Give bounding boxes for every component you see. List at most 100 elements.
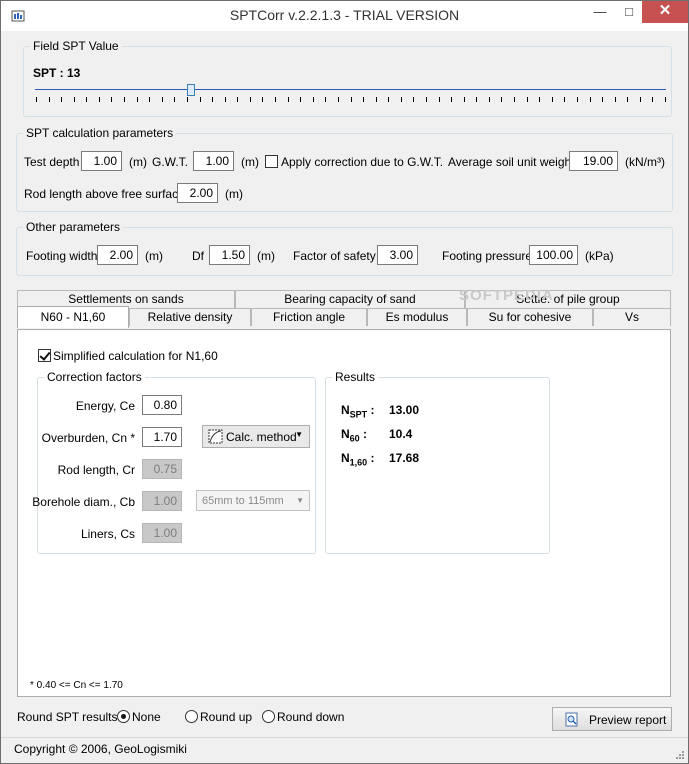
round-up-radio[interactable] xyxy=(185,710,198,723)
slider-tick xyxy=(237,97,239,102)
maximize-button[interactable]: □ xyxy=(615,1,643,23)
calc-method-label: Calc. method xyxy=(226,430,297,444)
borehole-select: 65mm to 115mm ▼ xyxy=(196,490,310,511)
slider-tick xyxy=(124,97,126,102)
slider-tick xyxy=(627,97,629,102)
slider-tick xyxy=(400,97,402,102)
spt-params-legend: SPT calculation parameters xyxy=(26,126,174,140)
fos-input[interactable]: 3.00 xyxy=(377,245,418,265)
footing-pressure-label: Footing pressure xyxy=(442,249,533,263)
slider-tick xyxy=(36,97,37,102)
calc-method-dropdown[interactable]: Calc. method ▼ xyxy=(202,425,310,448)
preview-report-label: Preview report xyxy=(589,713,667,727)
test-depth-input[interactable]: 1.00 xyxy=(81,151,122,171)
slider-tick xyxy=(514,97,516,102)
slider-tick xyxy=(564,97,566,102)
energy-input[interactable]: 0.80 xyxy=(142,395,182,415)
slider-tick xyxy=(363,97,365,102)
spt-value-label: SPT : 13 xyxy=(33,66,81,80)
tab-bearing-capacity-of-sand[interactable]: Bearing capacity of sand xyxy=(235,290,465,308)
slider-tick xyxy=(86,97,88,102)
fos-label: Factor of safety xyxy=(293,249,376,263)
rod-length-label: Rod length above free surface xyxy=(24,187,185,201)
slider-tick xyxy=(413,97,415,102)
watermark: SOFTPEDIA xyxy=(459,287,554,304)
gwt-label: G.W.T. xyxy=(152,155,188,169)
correction-factors-legend: Correction factors xyxy=(47,370,142,384)
soil-weight-input[interactable]: 19.00 xyxy=(569,151,618,171)
simplified-label: Simplified calculation for N1,60 xyxy=(53,349,218,363)
footing-pressure-input[interactable]: 100.00 xyxy=(529,245,578,265)
slider-tick xyxy=(388,97,390,102)
close-button[interactable]: ✕ xyxy=(642,1,688,23)
n60-label: N60 : xyxy=(341,427,368,444)
slider-tick xyxy=(249,97,251,102)
slider-tick xyxy=(111,97,113,102)
slider-tick xyxy=(98,97,100,102)
round-none-radio[interactable] xyxy=(117,710,130,723)
simplified-checkbox[interactable] xyxy=(38,349,51,362)
tab-es-modulus[interactable]: Es modulus xyxy=(367,308,467,326)
app-window: SPTCorr v.2.2.1.3 - TRIAL VERSION — □ ✕ … xyxy=(0,0,689,764)
rod-length-input[interactable]: 2.00 xyxy=(177,183,218,203)
spt-slider-track[interactable] xyxy=(35,89,666,90)
test-depth-unit: (m) xyxy=(129,155,147,169)
slider-tick xyxy=(425,97,427,102)
results-legend: Results xyxy=(335,370,376,384)
soil-weight-label: Average soil unit weight xyxy=(448,155,575,169)
tab-friction-angle[interactable]: Friction angle xyxy=(251,308,367,326)
df-input[interactable]: 1.50 xyxy=(209,245,250,265)
tab-vs[interactable]: Vs xyxy=(593,308,671,326)
slider-tick xyxy=(526,97,528,102)
slider-tick xyxy=(325,97,327,102)
overburden-input[interactable]: 1.70 xyxy=(142,427,182,447)
apply-correction-checkbox[interactable] xyxy=(265,155,278,168)
tab-relative-density[interactable]: Relative density xyxy=(129,308,251,326)
slider-tick xyxy=(275,97,277,102)
slider-tick xyxy=(652,97,654,102)
slider-tick xyxy=(476,97,478,102)
slider-tick xyxy=(350,97,352,102)
slider-tick xyxy=(665,97,666,102)
footing-width-input[interactable]: 2.00 xyxy=(97,245,138,265)
energy-label: Energy, Ce xyxy=(75,399,135,413)
n160-label: N1,60 : xyxy=(341,451,375,468)
curve-icon xyxy=(208,429,223,444)
tab-n60-n160[interactable]: N60 - N1,60 xyxy=(17,306,129,328)
test-depth-label: Test depth xyxy=(24,155,80,169)
slider-tick xyxy=(602,97,604,102)
liners-label: Liners, Cs xyxy=(80,527,135,541)
footing-width-label: Footing width xyxy=(26,249,98,263)
round-down-label: Round down xyxy=(277,710,345,724)
gwt-unit: (m) xyxy=(241,155,259,169)
slider-tick xyxy=(463,97,465,102)
slider-tick xyxy=(73,97,75,102)
slider-tick xyxy=(501,97,503,102)
slider-tick xyxy=(61,97,63,102)
slider-tick xyxy=(312,97,314,102)
slider-tick xyxy=(375,97,377,102)
round-down-radio[interactable] xyxy=(262,710,275,723)
gwt-input[interactable]: 1.00 xyxy=(193,151,234,171)
minimize-button[interactable]: — xyxy=(586,1,614,23)
slider-tick xyxy=(438,97,440,102)
df-unit: (m) xyxy=(257,249,275,263)
spt-slider-thumb[interactable] xyxy=(187,84,195,96)
resize-grip-icon[interactable] xyxy=(675,750,685,760)
slider-tick xyxy=(48,97,50,102)
footing-pressure-unit: (kPa) xyxy=(585,249,614,263)
slider-tick xyxy=(186,97,188,102)
round-none-label: None xyxy=(132,710,161,724)
slider-tick xyxy=(136,97,138,102)
borehole-input: 1.00 xyxy=(142,491,182,511)
preview-report-button[interactable]: Preview report xyxy=(552,707,672,731)
slider-tick xyxy=(551,97,553,102)
tab-su-for-cohesive[interactable]: Su for cohesive xyxy=(467,308,593,326)
other-params-legend: Other parameters xyxy=(26,220,121,234)
slider-tick xyxy=(300,97,302,102)
n160-value: 17.68 xyxy=(389,451,420,465)
nspt-value: 13.00 xyxy=(389,403,420,417)
title-bar: SPTCorr v.2.2.1.3 - TRIAL VERSION — □ ✕ xyxy=(1,1,688,31)
overburden-label: Overburden, Cn * xyxy=(41,431,135,445)
slider-tick xyxy=(589,97,591,102)
